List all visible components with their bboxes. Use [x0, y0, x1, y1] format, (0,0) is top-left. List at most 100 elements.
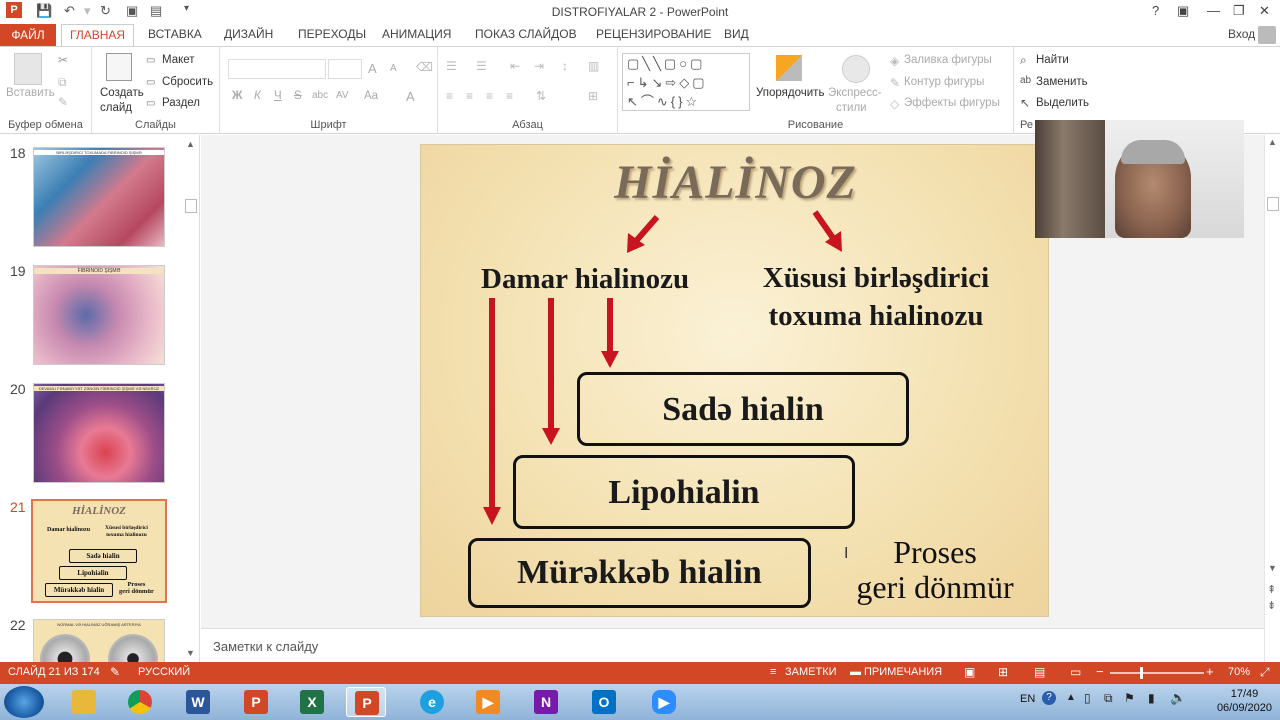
quick-styles-label-1[interactable]: Экспресс- [828, 87, 882, 99]
shadow-button[interactable]: abc [312, 90, 328, 101]
next-slide-icon[interactable]: ⇟ [1267, 599, 1276, 612]
font-family-select[interactable] [228, 59, 326, 79]
network-icon[interactable]: ▮ [1148, 691, 1155, 705]
bold-button[interactable]: Ж [232, 90, 242, 102]
copy-icon[interactable]: ⧉ [58, 75, 67, 90]
new-slide-icon[interactable] [106, 53, 132, 81]
language-indicator[interactable]: РУССКИЙ [138, 666, 190, 678]
change-case-button[interactable]: Aa [364, 90, 378, 102]
editor-scrollbar[interactable]: ▲ ▼ ⇞ ⇟ [1264, 135, 1280, 662]
device-icon[interactable]: ⧉ [1104, 691, 1113, 706]
layout-button[interactable]: Макет [162, 54, 195, 66]
scroll-down-icon[interactable]: ▼ [1268, 563, 1277, 573]
shape-fill-button[interactable]: Заливка фигуры [904, 54, 992, 66]
quick-styles-label-2[interactable]: стили [836, 102, 867, 114]
columns-icon[interactable]: ▥ [588, 59, 599, 73]
flag-icon[interactable]: ⚑ [1124, 691, 1135, 705]
shape-outline-button[interactable]: Контур фигуры [904, 76, 984, 88]
tab-insert[interactable]: ВСТАВКА [148, 27, 202, 41]
text-direction-icon[interactable]: ⇅ [536, 89, 546, 103]
scroll-thumb[interactable] [1267, 197, 1279, 211]
notes-button[interactable]: ЗАМЕТКИ [785, 666, 837, 678]
tray-expand-icon[interactable]: ▲ [1066, 692, 1076, 703]
help-button[interactable]: ? [1152, 3, 1159, 18]
cut-icon[interactable]: ✂ [58, 53, 68, 67]
zoom-out-button[interactable]: − [1096, 664, 1104, 679]
system-clock[interactable]: 17/49 06/09/2020 [1217, 687, 1272, 715]
tab-home[interactable]: ГЛАВНАЯ [61, 24, 135, 46]
clear-format-icon[interactable]: ⌫ [416, 60, 433, 74]
spellcheck-icon[interactable]: ✎ [110, 665, 120, 679]
align-right-icon[interactable]: ≡ [486, 89, 493, 103]
file-explorer-icon[interactable] [64, 687, 104, 717]
onenote-icon[interactable]: N [526, 687, 566, 717]
notes-pane[interactable]: Заметки к слайду [201, 628, 1264, 662]
increase-indent-icon[interactable]: ⇥ [534, 59, 544, 73]
scroll-up-icon[interactable]: ▲ [1268, 137, 1277, 147]
ribbon-display-button[interactable]: ▣ [1177, 3, 1189, 19]
replace-button[interactable]: Заменить [1036, 76, 1088, 88]
shrink-font-button[interactable]: A [390, 63, 397, 74]
outlook-icon[interactable]: O [584, 687, 624, 717]
zoom-app-icon[interactable]: ▶ [644, 687, 684, 717]
close-button[interactable]: ✕ [1259, 3, 1270, 19]
slide-thumbnail-19[interactable]: FIBRINOID ŞIŞMƏ [33, 265, 165, 365]
comments-button[interactable]: ПРИМЕЧАНИЯ [864, 666, 942, 678]
font-color-button[interactable]: A [406, 89, 415, 104]
line-spacing-icon[interactable]: ↕ [562, 59, 568, 73]
maximize-button[interactable]: ❐ [1233, 3, 1245, 19]
tab-view[interactable]: ВИД [724, 27, 749, 41]
scroll-down-icon[interactable]: ▼ [186, 648, 195, 658]
user-avatar-icon[interactable] [1258, 26, 1276, 44]
notes-placeholder[interactable]: Заметки к слайду [213, 639, 318, 654]
format-painter-icon[interactable]: ✎ [58, 95, 68, 109]
shape-effects-button[interactable]: Эффекты фигуры [904, 97, 1000, 109]
reset-button[interactable]: Сбросить [162, 76, 213, 88]
chrome-icon[interactable] [120, 687, 160, 717]
new-slide-label-1[interactable]: Создать [100, 87, 144, 99]
excel-icon[interactable]: X [292, 687, 332, 717]
paste-icon[interactable] [14, 53, 42, 85]
arrange-button[interactable]: Упорядочить [756, 87, 824, 99]
powerpoint-active-icon[interactable]: P [346, 687, 386, 717]
internet-explorer-icon[interactable]: e [412, 687, 452, 717]
find-button[interactable]: Найти [1036, 54, 1069, 66]
tab-review[interactable]: РЕЦЕНЗИРОВАНИЕ [596, 27, 711, 41]
font-size-select[interactable] [328, 59, 362, 79]
quick-styles-icon[interactable] [842, 55, 870, 83]
align-center-icon[interactable]: ≡ [466, 89, 473, 103]
slide-thumbnail-18[interactable]: BIRLƏŞDIRICI TOXUMADA FIBRINOID ŞIŞMƏ [33, 147, 165, 247]
zoom-level[interactable]: 70% [1228, 666, 1250, 678]
italic-button[interactable]: К [254, 90, 261, 102]
decrease-indent-icon[interactable]: ⇤ [510, 59, 520, 73]
align-left-icon[interactable]: ≡ [446, 89, 453, 103]
reading-view-icon[interactable]: ▤ [1034, 665, 1045, 679]
word-icon[interactable]: W [178, 687, 218, 717]
tab-design[interactable]: ДИЗАЙН [224, 27, 273, 41]
slideshow-view-icon[interactable]: ▭ [1070, 665, 1081, 679]
select-button[interactable]: Выделить [1036, 97, 1089, 109]
numbering-icon[interactable]: ☰ [476, 59, 487, 73]
smartart-icon[interactable]: ⊞ [588, 89, 598, 103]
tab-animation[interactable]: АНИМАЦИЯ [382, 27, 451, 41]
slide-thumbnail-21[interactable]: HİALİNOZ Damar hialinozu Xüsusi birləşdi… [31, 499, 167, 603]
section-button[interactable]: Раздел [162, 97, 200, 109]
scroll-thumb[interactable] [185, 199, 197, 213]
help-tray-icon[interactable]: ? [1042, 691, 1056, 705]
media-player-icon[interactable]: ▶ [468, 687, 508, 717]
start-button-icon[interactable] [4, 686, 44, 718]
bullets-icon[interactable]: ☰ [446, 59, 457, 73]
previous-slide-icon[interactable]: ⇞ [1267, 583, 1276, 596]
thumbnails-scrollbar[interactable]: ▲ ▼ [184, 137, 198, 660]
battery-icon[interactable]: ▯ [1084, 691, 1091, 705]
paste-button[interactable]: Вставить [6, 87, 55, 99]
slide-sorter-icon[interactable]: ⊞ [998, 665, 1008, 679]
slide-canvas[interactable]: HİALİNOZ Damar hialinozu Xüsusi birləşdi… [420, 144, 1049, 617]
slide-thumbnail-22[interactable]: NORMAL VƏ HIALINƏZ UĞRAMIŞ ARTERIYA [33, 619, 165, 662]
strikethrough-button[interactable]: S [294, 90, 302, 102]
zoom-slider[interactable] [1110, 672, 1204, 674]
arrange-icon[interactable] [776, 55, 802, 81]
underline-button[interactable]: Ч [274, 90, 282, 102]
minimize-button[interactable]: — [1207, 3, 1220, 18]
char-spacing-button[interactable]: AV [336, 90, 349, 101]
